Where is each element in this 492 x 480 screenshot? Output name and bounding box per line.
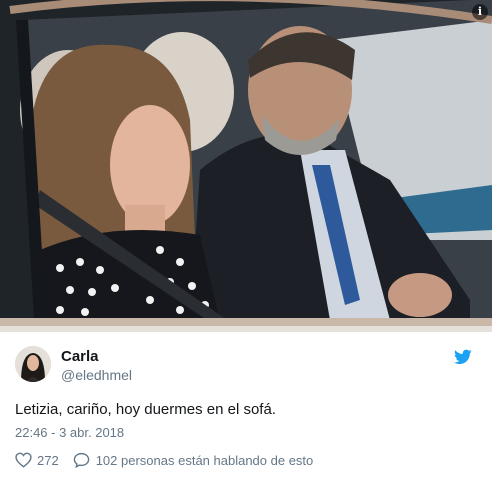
- tweet-embed: i Carla @eledhmel Letizia, cariño, hoy d…: [0, 0, 492, 480]
- tweet-text: Letizia, cariño, hoy duermes en el sofá.: [15, 401, 276, 418]
- tweet-card: Carla @eledhmel Letizia, cariño, hoy due…: [0, 332, 492, 480]
- comment-icon: [73, 452, 89, 468]
- heart-icon: [15, 452, 32, 468]
- tweet-photo[interactable]: i: [0, 0, 492, 332]
- author-handle[interactable]: @eledhmel: [61, 367, 132, 383]
- info-icon[interactable]: i: [472, 4, 488, 20]
- conversation-text: 102 personas están hablando de esto: [95, 452, 314, 468]
- author-name[interactable]: Carla: [61, 348, 99, 365]
- tweet-actions: 272 102 personas están hablando de esto: [15, 451, 313, 469]
- twitter-bird-icon[interactable]: [454, 349, 472, 365]
- conversation-link[interactable]: 102 personas están hablando de esto: [73, 452, 314, 468]
- avatar[interactable]: [15, 346, 51, 382]
- avatar-photo: [15, 346, 51, 382]
- like-button[interactable]: 272: [15, 452, 59, 468]
- tweet-timestamp[interactable]: 22:46 - 3 abr. 2018: [15, 425, 124, 440]
- car-window-photo: [0, 0, 492, 332]
- like-count: 272: [37, 452, 59, 468]
